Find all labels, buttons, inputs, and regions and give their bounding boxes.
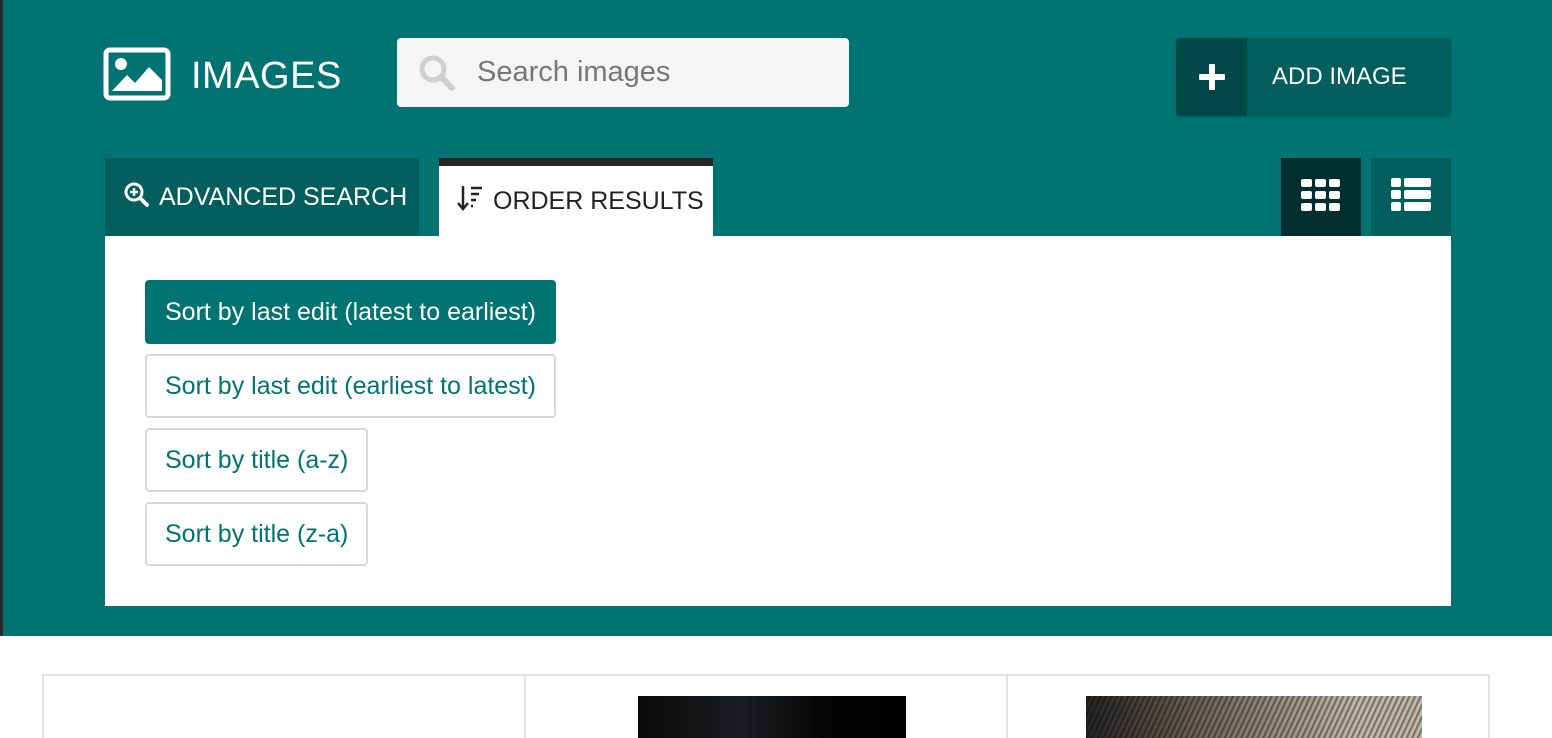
- image-card[interactable]: [44, 676, 526, 738]
- sort-order-icon: [457, 184, 483, 219]
- sort-last-edit-asc-button[interactable]: Sort by last edit (earliest to latest): [145, 354, 556, 418]
- image-card[interactable]: [1008, 676, 1488, 738]
- sort-last-edit-desc-button[interactable]: Sort by last edit (latest to earliest): [145, 280, 556, 344]
- add-image-button[interactable]: ADD IMAGE: [1176, 38, 1451, 116]
- order-results-panel: Sort by last edit (latest to earliest) S…: [105, 236, 1451, 606]
- grid-icon: [1301, 178, 1341, 216]
- sort-title-za-button[interactable]: Sort by title (z-a): [145, 502, 369, 566]
- list-icon: [1391, 177, 1431, 217]
- images-page: IMAGES ADD IMAGE: [0, 0, 1552, 738]
- tab-order-results-label: ORDER RESULTS: [493, 186, 704, 215]
- image-icon: [103, 47, 171, 106]
- header-band: IMAGES ADD IMAGE: [0, 0, 1552, 636]
- image-card[interactable]: [526, 676, 1008, 738]
- search-tabs: ADVANCED SEARCH ORDER RESULTS: [105, 158, 713, 236]
- tab-order-results[interactable]: ORDER RESULTS: [439, 158, 713, 236]
- image-thumbnail[interactable]: [638, 696, 906, 738]
- search-box[interactable]: [397, 38, 849, 107]
- image-thumbnail[interactable]: [1086, 696, 1422, 738]
- grid-view-button[interactable]: [1281, 158, 1361, 236]
- page-title-text: IMAGES: [191, 54, 342, 97]
- zoom-in-icon: [123, 181, 149, 214]
- add-image-label: ADD IMAGE: [1272, 63, 1407, 90]
- search-icon: [417, 53, 457, 93]
- tab-advanced-search-label: ADVANCED SEARCH: [159, 182, 408, 211]
- search-input[interactable]: [477, 56, 837, 89]
- sort-title-az-button[interactable]: Sort by title (a-z): [145, 428, 369, 492]
- page-title: IMAGES: [103, 47, 342, 106]
- tab-advanced-search[interactable]: ADVANCED SEARCH: [105, 158, 419, 236]
- list-view-button[interactable]: [1371, 158, 1451, 236]
- image-grid: [42, 674, 1490, 738]
- plus-icon: [1176, 38, 1247, 116]
